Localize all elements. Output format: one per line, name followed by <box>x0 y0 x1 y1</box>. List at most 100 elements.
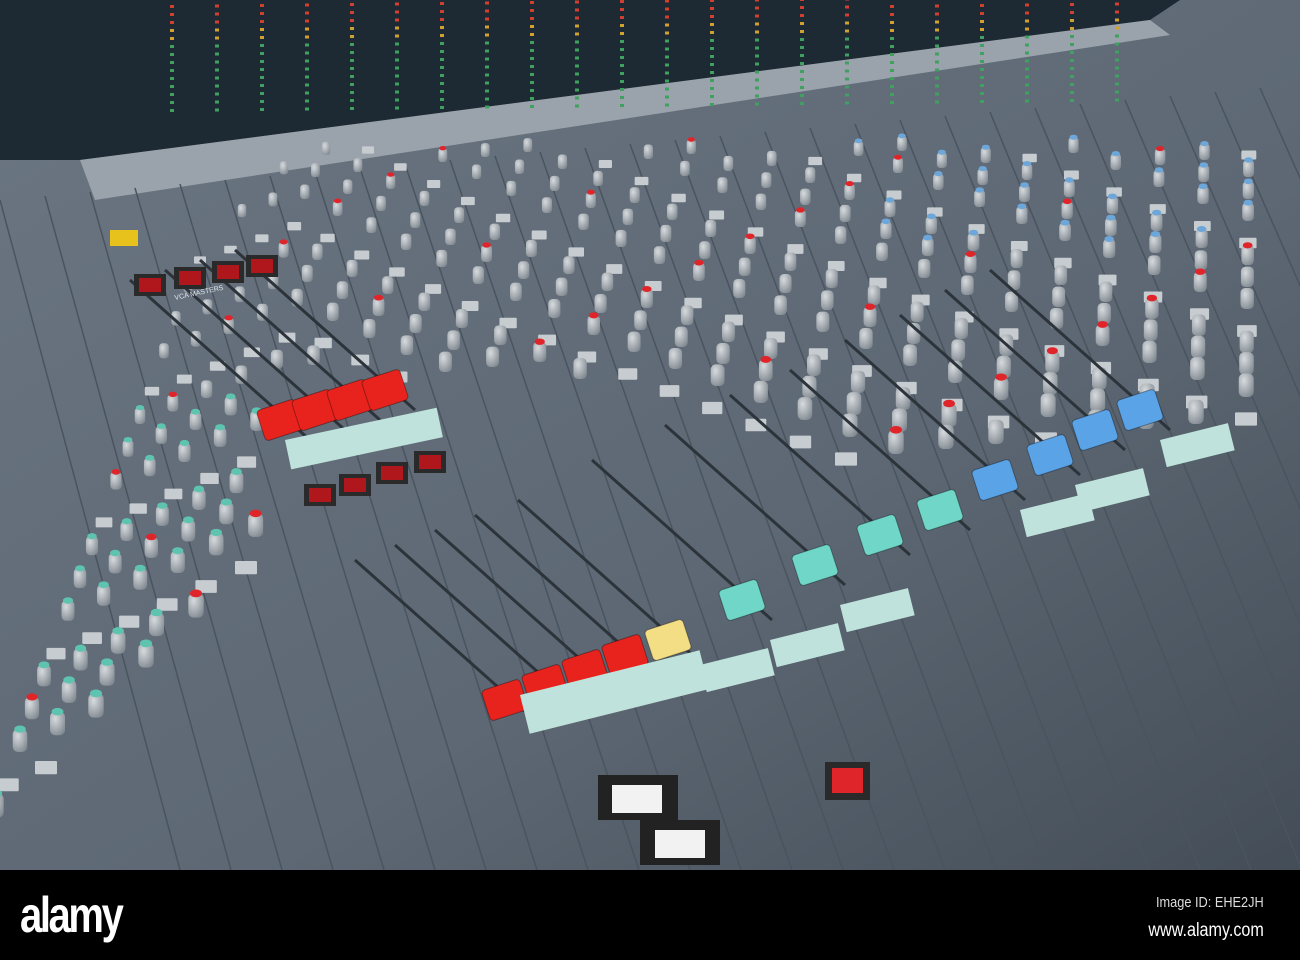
meter-led <box>935 12 939 16</box>
meter-led <box>620 40 624 43</box>
switch-button <box>568 247 584 257</box>
meter-led <box>620 64 624 67</box>
meter-led <box>1025 99 1029 103</box>
switch-button <box>634 176 649 186</box>
meter-led <box>890 5 894 8</box>
meter-led <box>305 3 309 7</box>
rotary-knob <box>660 224 672 242</box>
rotary-knob <box>1054 265 1068 285</box>
knob-cap <box>1017 203 1027 210</box>
meter-led <box>800 46 804 49</box>
meter-led <box>845 0 849 1</box>
switch-button <box>255 234 269 243</box>
rotary-knob <box>733 278 746 298</box>
meter-led <box>485 73 489 77</box>
rotary-knob <box>643 144 653 159</box>
meter-led <box>980 84 984 87</box>
meter-led <box>260 84 264 87</box>
knob-cap <box>387 172 395 177</box>
rotary-knob <box>800 188 811 205</box>
rotary-knob <box>961 275 974 295</box>
meter-led <box>1115 42 1119 46</box>
meter-led <box>575 104 579 108</box>
meter-led <box>485 105 489 109</box>
rotary-knob <box>301 264 313 282</box>
rotary-knob <box>601 272 614 291</box>
meter-led <box>1025 35 1029 39</box>
knob-cap <box>210 528 222 537</box>
rotary-knob <box>738 257 751 276</box>
meter-led <box>755 6 759 10</box>
meter-led <box>260 52 264 55</box>
meter-led <box>260 108 264 111</box>
knob-cap <box>1154 167 1164 173</box>
switch-button <box>659 385 680 397</box>
meter-led <box>395 34 399 38</box>
meter-led <box>170 93 174 96</box>
rotary-knob <box>699 241 711 259</box>
meter-led <box>620 24 624 27</box>
meter-led <box>350 11 354 14</box>
meter-led <box>305 91 309 95</box>
meter-led <box>1070 67 1074 70</box>
meter-led <box>350 43 354 46</box>
meter-led <box>530 89 534 92</box>
meter-led <box>980 52 984 55</box>
rotary-knob <box>705 219 717 237</box>
meter-led <box>485 1 489 5</box>
rotary-knob <box>821 290 834 310</box>
meter-led <box>845 13 849 17</box>
knob-cap <box>1060 219 1070 226</box>
knob-cap <box>63 676 75 684</box>
meter-led <box>755 78 759 82</box>
meter-led <box>935 52 939 56</box>
meter-led <box>1115 74 1119 78</box>
knob-cap <box>1200 140 1209 147</box>
knob-cap <box>145 454 155 461</box>
rotary-knob <box>418 292 431 311</box>
meter-led <box>800 30 804 33</box>
rotary-knob <box>410 212 421 228</box>
meter-led <box>1115 2 1119 6</box>
meter-led <box>620 88 624 91</box>
meter-led <box>620 16 624 19</box>
switch-button <box>495 213 511 223</box>
switch-button <box>808 156 823 166</box>
rotary-knob <box>455 308 468 328</box>
rotary-knob <box>471 164 482 179</box>
knob-cap <box>1156 145 1165 152</box>
meter-led <box>215 44 219 48</box>
rotary-knob <box>312 243 323 260</box>
knob-cap <box>854 138 863 144</box>
knob-cap <box>745 233 755 240</box>
meter-led <box>1115 50 1119 54</box>
rotary-knob <box>400 233 412 250</box>
meter-led <box>170 21 174 24</box>
rotary-knob <box>336 281 349 299</box>
meter-led <box>755 30 759 34</box>
knob-cap <box>937 149 946 155</box>
meter-led <box>1070 43 1074 46</box>
rotary-knob <box>629 187 640 203</box>
meter-led <box>665 7 669 11</box>
meter-led <box>305 51 309 55</box>
switch-button <box>320 233 335 243</box>
meter-led <box>755 70 759 74</box>
meter-led <box>710 7 714 10</box>
rotary-knob <box>805 167 816 183</box>
meter-led <box>980 4 984 7</box>
rotary-knob <box>594 293 607 313</box>
knob-cap <box>1108 193 1117 200</box>
meter-led <box>935 100 939 104</box>
meter-led <box>890 37 894 40</box>
knob-cap <box>333 198 342 204</box>
meter-led <box>305 43 309 47</box>
mute-light <box>179 271 201 285</box>
meter-led <box>485 97 489 101</box>
switch-button <box>671 193 686 203</box>
knob-cap <box>121 518 132 525</box>
rotary-knob <box>716 343 730 364</box>
meter-led <box>215 84 219 88</box>
rotary-knob <box>1240 266 1254 287</box>
meter-led <box>485 41 489 45</box>
